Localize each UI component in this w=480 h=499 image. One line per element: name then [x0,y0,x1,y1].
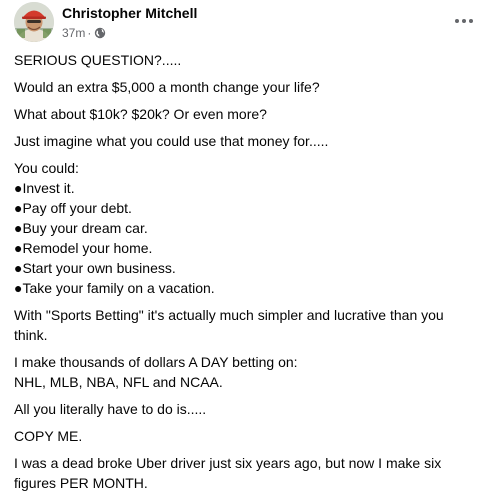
post-text-line: ●Buy your dream car. [14,220,148,236]
author-name[interactable]: Christopher Mitchell [62,4,197,22]
post-paragraph: I was a dead broke Uber driver just six … [14,453,476,493]
post-text-line: SERIOUS QUESTION?..... [14,52,182,68]
post-paragraph: COPY ME. [14,426,476,446]
post-paragraph: Just imagine what you could use that mon… [14,131,476,151]
post-text-line: figures PER MONTH. [14,475,148,491]
post-text-line: ●Start your own business. [14,260,176,276]
post-text-line: ●Take your family on a vacation. [14,280,215,296]
post-paragraph: I make thousands of dollars A DAY bettin… [14,352,476,392]
avatar-image [14,2,54,42]
post-text-line: What about $10k? $20k? Or even more? [14,106,267,122]
post-text-line: ●Invest it. [14,180,75,196]
globe-icon[interactable] [94,27,106,39]
post-text-line: I was a dead broke Uber driver just six … [14,455,442,471]
meta-separator: · [87,26,92,40]
avatar[interactable] [14,2,54,42]
post-paragraph: With "Sports Betting" it's actually much… [14,305,476,345]
post-timestamp[interactable]: 37m [62,25,85,41]
post-text-line: All you literally have to do is..... [14,401,207,417]
post-text-line: You could: [14,160,79,176]
more-options-icon[interactable] [450,10,478,32]
post-meta: 37m · [62,25,106,41]
post-paragraph: Would an extra $5,000 a month change you… [14,77,476,97]
post-text-line: Just imagine what you could use that mon… [14,133,329,149]
post-text-line: COPY ME. [14,428,83,444]
post-paragraph: All you literally have to do is..... [14,399,476,419]
post-body: SERIOUS QUESTION?..... Would an extra $5,… [14,50,476,499]
post-text-line: think. [14,327,48,343]
post-paragraph: You could: ●Invest it. ●Pay off your debt.… [14,158,476,298]
post-text-line: With "Sports Betting" it's actually much… [14,307,444,323]
post-text-line: I make thousands of dollars A DAY bettin… [14,354,298,370]
post-text-line: Would an extra $5,000 a month change you… [14,79,320,95]
post-text-line: ●Pay off your debt. [14,200,132,216]
post-text-line: NHL, MLB, NBA, NFL and NCAA. [14,374,223,390]
post-header: Christopher Mitchell 37m · [14,2,480,44]
post-text-line: ●Remodel your home. [14,240,153,256]
post-paragraph: What about $10k? $20k? Or even more? [14,104,476,124]
post-card: Christopher Mitchell 37m · SERIOUS QUEST… [0,0,480,499]
post-paragraph: SERIOUS QUESTION?..... [14,50,476,70]
